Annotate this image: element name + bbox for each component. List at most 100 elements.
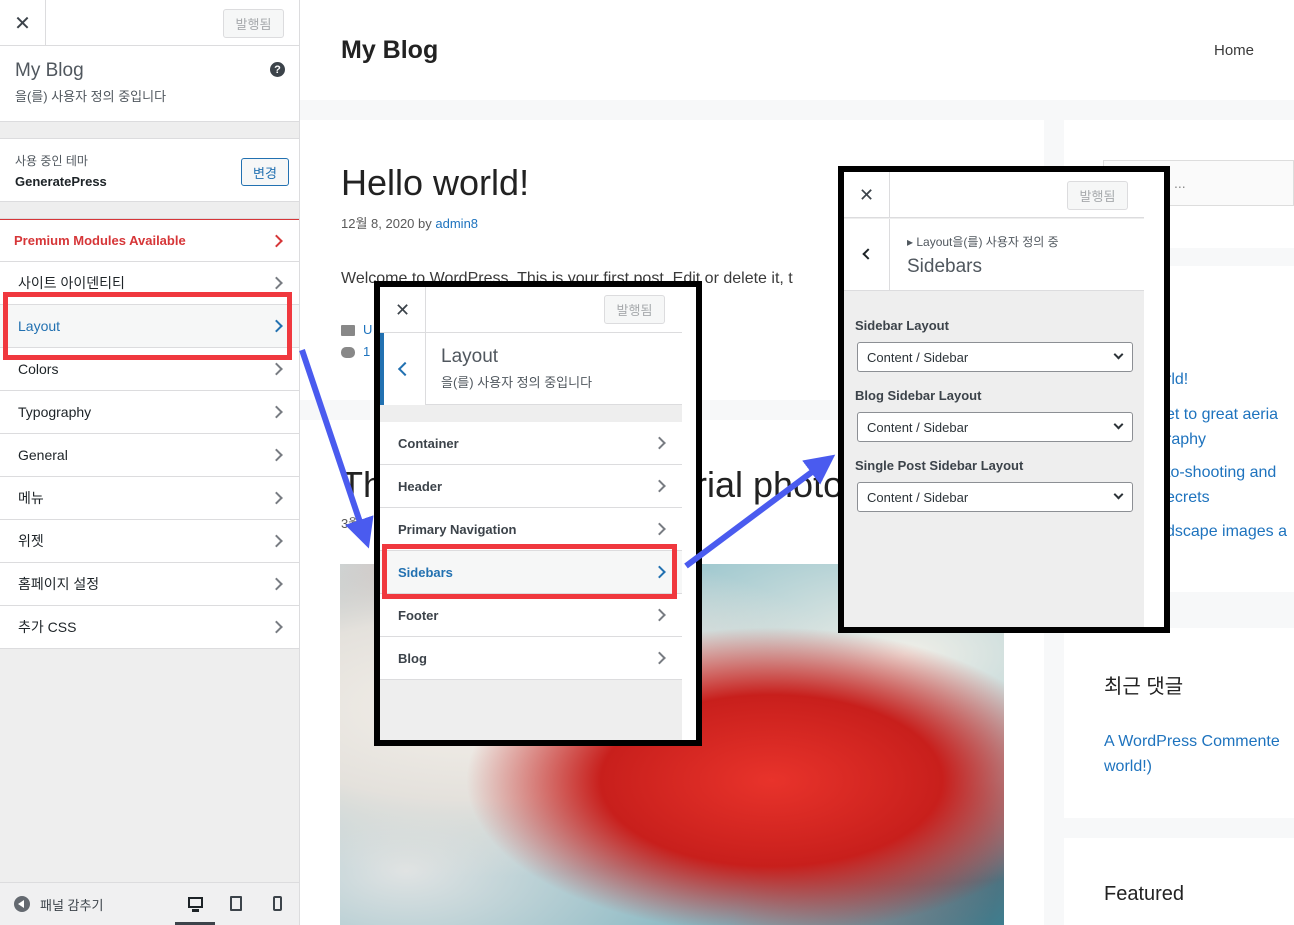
desktop-icon[interactable] <box>175 882 215 925</box>
comment-icon <box>341 347 355 359</box>
post-author-link[interactable]: admin8 <box>435 216 478 231</box>
field-label: Blog Sidebar Layout <box>855 388 982 403</box>
subsection-container[interactable]: Container <box>380 422 682 465</box>
menu-item-label: Premium Modules Available <box>14 233 186 248</box>
panel-header: ✕ 발행됨 <box>844 172 1144 218</box>
subsection-label: Header <box>398 478 443 494</box>
folder-icon <box>341 325 355 337</box>
comment-link[interactable]: A WordPress Commente <box>1104 733 1280 751</box>
panel-header: ✕ 발행됨 <box>380 287 682 333</box>
sidebars-highlight <box>382 544 677 599</box>
layout-panel: ✕ 발행됨 Layout 을(를) 사용자 정의 중입니다 Container … <box>374 281 702 746</box>
subsection-blog[interactable]: Blog <box>380 637 682 680</box>
menu-item-label: 위젯 <box>18 533 44 549</box>
single-post-sidebar-layout-select[interactable]: Content / Sidebar <box>857 482 1133 512</box>
comment-link[interactable]: world!) <box>1104 758 1152 776</box>
subsection-header[interactable]: Header <box>380 465 682 508</box>
featured-widget <box>1064 838 1294 925</box>
close-icon[interactable]: ✕ <box>844 172 890 218</box>
select-value: Content / Sidebar <box>867 420 969 435</box>
publish-button[interactable]: 발행됨 <box>223 9 284 38</box>
section-subtitle: 을(를) 사용자 정의 중입니다 <box>441 375 593 390</box>
collapse-label[interactable]: 패널 감추기 <box>40 895 103 914</box>
sidebars-panel: ✕ 발행됨 ▸ Layout을(를) 사용자 정의 중 Sidebars Sid… <box>838 166 1170 633</box>
chevron-right-icon <box>653 522 666 536</box>
post-title-right[interactable]: rial photo <box>695 464 843 506</box>
section-header: Layout 을(를) 사용자 정의 중입니다 <box>426 333 682 405</box>
mobile-icon[interactable] <box>257 882 297 925</box>
post-comments: 1 <box>341 344 370 359</box>
section-header: ▸ Layout을(를) 사용자 정의 중 Sidebars <box>890 219 1144 291</box>
menu-item-label: 사이트 아이덴티티 <box>18 275 125 291</box>
chevron-right-icon <box>653 479 666 493</box>
chevron-right-icon <box>270 276 283 290</box>
chevron-right-icon <box>270 534 283 548</box>
back-icon[interactable] <box>380 333 426 405</box>
site-title[interactable]: My Blog <box>341 36 438 65</box>
featured-title: Featured <box>1104 883 1185 905</box>
recent-post-link[interactable]: to-shooting and <box>1166 464 1276 482</box>
site-name: My Blog <box>15 60 84 81</box>
tablet-icon[interactable] <box>216 882 256 925</box>
collapse-icon[interactable] <box>14 896 30 912</box>
menu-item-label: General <box>18 447 68 463</box>
back-icon <box>862 248 874 260</box>
menu-item-homepage-settings[interactable]: 홈페이지 설정 <box>0 563 299 606</box>
subsection-label: Blog <box>398 650 427 666</box>
post-date: 12월 8, 2020 <box>341 216 415 231</box>
menu-item-label: 추가 CSS <box>18 619 77 635</box>
menu-item-typography[interactable]: Typography <box>0 391 299 434</box>
nav-home-link[interactable]: Home <box>1214 42 1254 59</box>
help-icon[interactable]: ? <box>270 62 285 77</box>
customizer-info: My Blog 을(를) 사용자 정의 중입니다 ? <box>0 46 299 122</box>
menu-item-general[interactable]: General <box>0 434 299 477</box>
section-title: Sidebars <box>907 256 982 277</box>
category-link[interactable]: U <box>363 322 372 337</box>
menu-item-label: 메뉴 <box>18 490 44 506</box>
post-title[interactable]: Hello world! <box>341 162 529 204</box>
sidebar-layout-select[interactable]: Content / Sidebar <box>857 342 1133 372</box>
menu-item-menus[interactable]: 메뉴 <box>0 477 299 520</box>
subsection-footer[interactable]: Footer <box>380 594 682 637</box>
chevron-right-icon <box>270 620 283 634</box>
publish-button[interactable]: 발행됨 <box>604 295 665 324</box>
customizing-text: 을(를) 사용자 정의 중입니다 <box>15 89 167 104</box>
select-value: Content / Sidebar <box>867 350 969 365</box>
subsection-label: Footer <box>398 607 439 623</box>
close-icon[interactable]: ✕ <box>380 287 426 333</box>
chevron-right-icon <box>270 491 283 505</box>
panel-gutter <box>682 287 696 740</box>
chevron-right-icon <box>270 234 283 247</box>
comments-link[interactable]: 1 <box>363 344 370 359</box>
chevron-right-icon <box>653 651 666 665</box>
menu-item-widgets[interactable]: 위젯 <box>0 520 299 563</box>
subsection-label: Container <box>398 435 459 451</box>
menu-item-label: 홈페이지 설정 <box>18 576 100 592</box>
publish-button[interactable]: 발행됨 <box>1067 181 1128 210</box>
recent-post-link[interactable]: raphy <box>1166 431 1206 449</box>
recent-post-link[interactable]: dscape images a <box>1166 523 1287 541</box>
menu-item-additional-css[interactable]: 추가 CSS <box>0 606 299 649</box>
caret-down-icon <box>1113 349 1124 360</box>
section-title: Layout <box>441 346 499 367</box>
layout-highlight <box>3 292 292 360</box>
recent-post-link[interactable]: et to great aeria <box>1166 406 1278 424</box>
caret-down-icon <box>1113 489 1124 500</box>
panel-gutter <box>1144 172 1164 627</box>
customizer-menu: Premium Modules Available 사이트 아이덴티티 Layo… <box>0 218 299 649</box>
select-value: Content / Sidebar <box>867 490 969 505</box>
post-category: U <box>341 322 372 337</box>
close-icon[interactable]: ✕ <box>0 0 46 46</box>
chevron-right-icon <box>653 608 666 622</box>
back-button[interactable] <box>844 219 890 291</box>
chevron-right-icon <box>270 448 283 462</box>
customizer-header: ✕ 발행됨 <box>0 0 299 46</box>
menu-item-label: Typography <box>18 404 92 420</box>
caret-down-icon <box>1113 419 1124 430</box>
blog-sidebar-layout-select[interactable]: Content / Sidebar <box>857 412 1133 442</box>
recent-post-link[interactable]: ecrets <box>1166 489 1210 507</box>
change-theme-button[interactable]: 변경 <box>241 158 289 186</box>
post-date: 3월 5 <box>341 516 372 531</box>
menu-item-premium[interactable]: Premium Modules Available <box>0 219 299 262</box>
post-by: by <box>418 216 432 231</box>
